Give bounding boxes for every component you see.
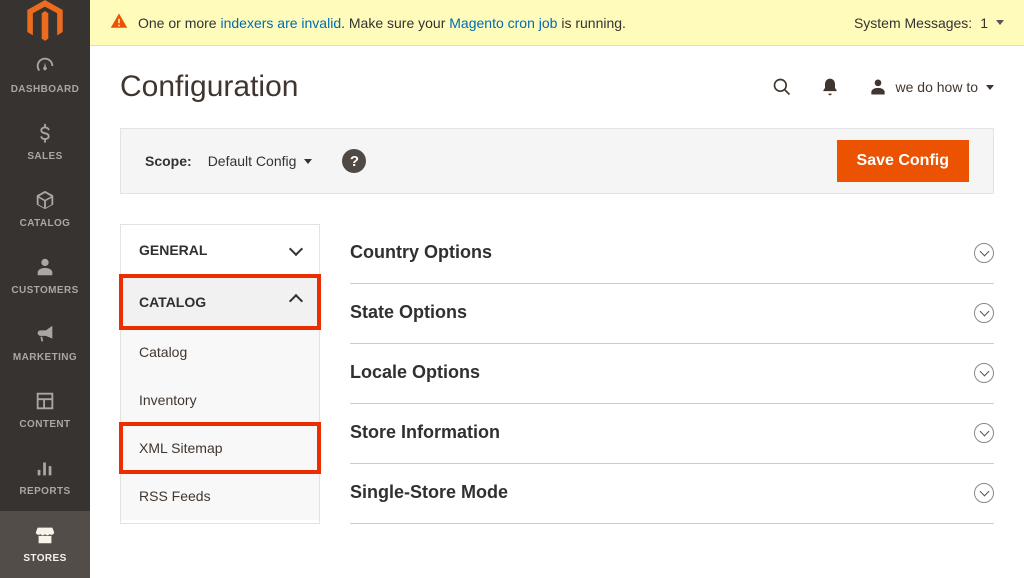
nav-label: REPORTS — [19, 486, 70, 497]
caret-down-icon — [304, 159, 312, 164]
nav-label: STORES — [23, 553, 66, 564]
expand-icon — [974, 303, 994, 323]
pane-country-options[interactable]: Country Options — [350, 224, 994, 284]
nav-customers[interactable]: CUSTOMERS — [0, 243, 90, 310]
config-item-rss-feeds[interactable]: RSS Feeds — [121, 472, 319, 520]
config-nav: GENERAL CATALOG Catalog Inventory XML Si… — [120, 224, 320, 524]
nav-content[interactable]: CONTENT — [0, 377, 90, 444]
pane-single-store-mode[interactable]: Single-Store Mode — [350, 464, 994, 524]
config-panes: Country Options State Options Locale Opt… — [350, 224, 994, 524]
nav-catalog[interactable]: CATALOG — [0, 176, 90, 243]
config-section-general[interactable]: GENERAL — [121, 225, 319, 276]
sysmsg-text: One or more indexers are invalid. Make s… — [138, 15, 626, 31]
scope-toolbar: Scope: Default Config ? Save Config — [120, 128, 994, 194]
caret-down-icon — [996, 20, 1004, 25]
chevron-up-icon — [291, 292, 301, 311]
help-icon[interactable]: ? — [342, 149, 366, 173]
config-item-xml-sitemap[interactable]: XML Sitemap — [121, 424, 319, 472]
config-section-catalog[interactable]: CATALOG — [121, 276, 319, 328]
expand-icon — [974, 243, 994, 263]
cron-link[interactable]: Magento cron job — [449, 15, 557, 31]
pane-state-options[interactable]: State Options — [350, 284, 994, 344]
scope-selector[interactable]: Default Config — [208, 153, 313, 169]
warning-icon — [110, 12, 128, 33]
header-actions: we do how to — [772, 77, 995, 97]
config-item-catalog[interactable]: Catalog — [121, 328, 319, 376]
chevron-down-icon — [291, 241, 301, 259]
indexers-link[interactable]: indexers are invalid — [220, 15, 341, 31]
nav-label: DASHBOARD — [11, 84, 80, 95]
dollar-icon — [34, 119, 56, 147]
page-title: Configuration — [120, 70, 298, 104]
notifications-icon[interactable] — [820, 77, 840, 97]
nav-label: MARKETING — [13, 352, 77, 363]
user-menu[interactable]: we do how to — [868, 77, 995, 97]
nav-stores[interactable]: STORES — [0, 511, 90, 578]
main-content: One or more indexers are invalid. Make s… — [90, 0, 1024, 576]
nav-label: CATALOG — [20, 218, 71, 229]
storefront-icon — [34, 521, 56, 549]
search-icon[interactable] — [772, 77, 792, 97]
box-icon — [34, 186, 56, 214]
user-name: we do how to — [896, 79, 979, 95]
config-subsection-catalog: Catalog Inventory XML Sitemap RSS Feeds — [121, 328, 319, 520]
config-body: GENERAL CATALOG Catalog Inventory XML Si… — [120, 224, 994, 524]
save-config-button[interactable]: Save Config — [837, 140, 969, 182]
scope-label: Scope: — [145, 153, 192, 169]
expand-icon — [974, 423, 994, 443]
config-item-inventory[interactable]: Inventory — [121, 376, 319, 424]
pane-locale-options[interactable]: Locale Options — [350, 344, 994, 404]
bars-icon — [34, 454, 56, 482]
nav-label: CONTENT — [19, 419, 70, 430]
caret-down-icon — [986, 85, 994, 90]
nav-marketing[interactable]: MARKETING — [0, 310, 90, 377]
page-header: Configuration we do how to — [90, 46, 1024, 128]
system-message-bar: One or more indexers are invalid. Make s… — [90, 0, 1024, 46]
nav-label: CUSTOMERS — [11, 285, 78, 296]
nav-sales[interactable]: SALES — [0, 109, 90, 176]
admin-sidebar: DASHBOARD SALES CATALOG CUSTOMERS MARKET… — [0, 0, 90, 576]
expand-icon — [974, 483, 994, 503]
system-messages-toggle[interactable]: System Messages: 1 — [854, 15, 1004, 31]
person-icon — [34, 253, 56, 281]
magento-logo[interactable] — [0, 0, 90, 42]
gauge-icon — [34, 52, 56, 80]
megaphone-icon — [34, 320, 56, 348]
nav-reports[interactable]: REPORTS — [0, 444, 90, 511]
pane-store-information[interactable]: Store Information — [350, 404, 994, 464]
nav-label: SALES — [27, 151, 62, 162]
layout-icon — [34, 387, 56, 415]
expand-icon — [974, 363, 994, 383]
nav-dashboard[interactable]: DASHBOARD — [0, 42, 90, 109]
